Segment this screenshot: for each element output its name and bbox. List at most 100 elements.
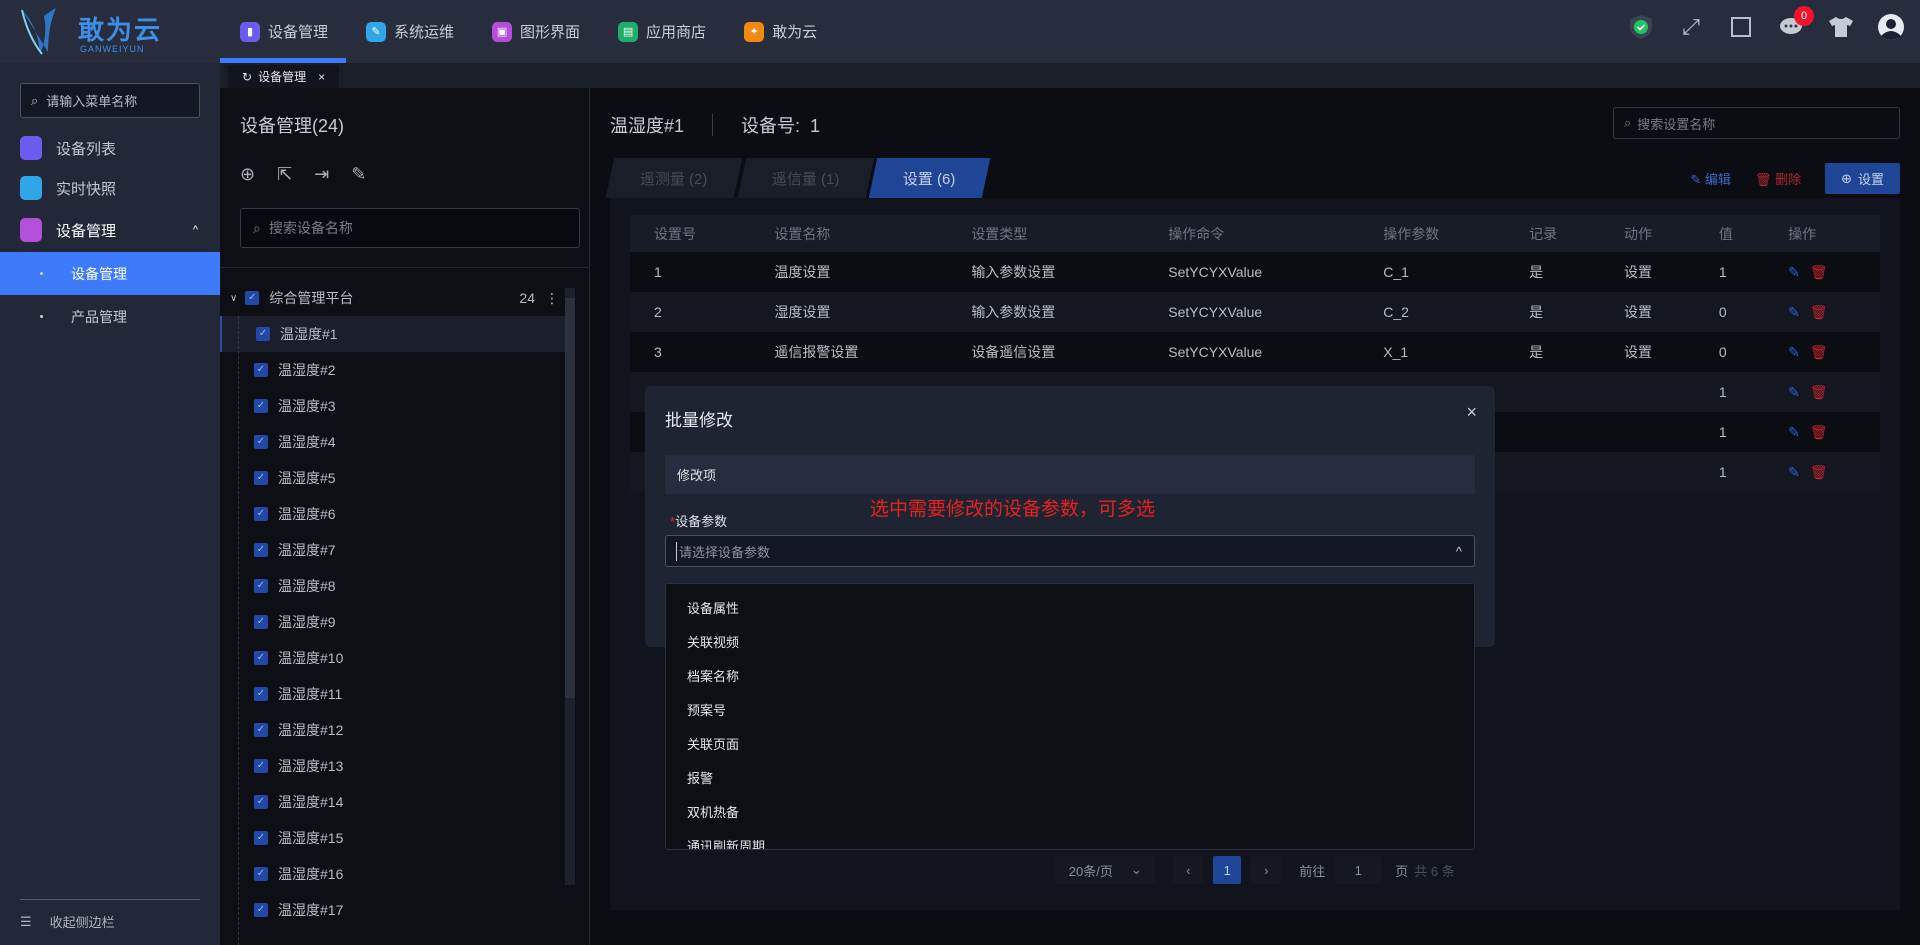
dropdown-option[interactable]: 报警 <box>666 760 1474 794</box>
tree-item[interactable]: ✓ 温湿度#9 <box>220 604 565 640</box>
trash-icon[interactable]: 🗑 <box>1810 264 1828 281</box>
trash-icon[interactable]: 🗑 <box>1810 424 1828 441</box>
collapse-sidebar-button[interactable]: ☰ 收起侧边栏 <box>20 899 200 931</box>
tree-item[interactable]: ✓ 温湿度#15 <box>220 820 565 856</box>
tree-item[interactable]: ✓ 温湿度#12 <box>220 712 565 748</box>
checkbox[interactable]: ✓ <box>256 327 270 341</box>
checkbox[interactable]: ✓ <box>254 435 268 449</box>
tree-item[interactable]: ✓ 温湿度#4 <box>220 424 565 460</box>
edit-icon[interactable]: ✎ <box>1788 344 1800 361</box>
checkbox[interactable]: ✓ <box>254 903 268 917</box>
checkbox[interactable]: ✓ <box>254 651 268 665</box>
close-icon[interactable]: × <box>1466 402 1477 423</box>
dropdown-option[interactable]: 关联页面 <box>666 726 1474 760</box>
tab-telesignal[interactable]: 遥信量 (1) <box>737 158 874 198</box>
tree-item[interactable]: ✓ 温湿度#7 <box>220 532 565 568</box>
topnav-graphics[interactable]: ▣ 图形界面 <box>492 0 580 63</box>
dropdown-option[interactable]: 档案名称 <box>666 658 1474 692</box>
tree-scrollbar[interactable] <box>565 288 575 885</box>
sidebar-item-device-list[interactable]: 设备列表 <box>0 128 220 168</box>
menu-search-input[interactable]: ⌕ 请输入菜单名称 <box>20 83 200 118</box>
topnav-device-management[interactable]: ▮ 设备管理 <box>219 0 347 63</box>
page-size-select[interactable]: 20条/页 ⌄ <box>1055 856 1156 884</box>
tree-root-node[interactable]: ∨ ✓ 综合管理平台 24 ⋮ <box>220 280 565 316</box>
trash-icon[interactable]: 🗑 <box>1810 304 1828 321</box>
tree-item[interactable]: ✓ 温湿度#10 <box>220 640 565 676</box>
checkbox[interactable]: ✓ <box>254 507 268 521</box>
checkbox[interactable]: ✓ <box>254 543 268 557</box>
checkbox[interactable]: ✓ <box>254 579 268 593</box>
tab-telemetry[interactable]: 遥测量 (2) <box>605 158 742 198</box>
tree-item[interactable]: ✓ 温湿度#1 <box>220 316 565 352</box>
top-nav: ▮ 设备管理 ✎ 系统运维 ▣ 图形界面 ▤ 应用商店 ✦ 敢为云 <box>219 0 855 63</box>
checkbox[interactable]: ✓ <box>254 831 268 845</box>
sidebar-sub-device-management[interactable]: 设备管理 <box>0 252 220 295</box>
dropdown-option[interactable]: 预案号 <box>666 692 1474 726</box>
edit-icon[interactable]: ✎ <box>1788 464 1800 481</box>
delete-button[interactable]: 🗑 删除 <box>1755 169 1801 188</box>
tree-item[interactable]: ✓ 温湿度#11 <box>220 676 565 712</box>
frame-icon[interactable] <box>1728 14 1754 40</box>
edit-icon[interactable]: ✎ <box>1788 304 1800 321</box>
scrollbar-thumb[interactable] <box>565 298 575 698</box>
prev-page-button[interactable]: ‹ <box>1173 856 1204 884</box>
edit-button[interactable]: ✎ 编辑 <box>1690 169 1731 188</box>
chevron-down-icon[interactable]: ∨ <box>230 293 237 304</box>
theme-shirt-icon[interactable] <box>1828 14 1854 40</box>
tree-item[interactable]: ✓ 温湿度#8 <box>220 568 565 604</box>
fullscreen-icon[interactable]: ⤢ <box>1678 14 1704 40</box>
tree-item[interactable]: ✓ 温湿度#14 <box>220 784 565 820</box>
add-icon[interactable]: ⊕ <box>240 164 255 185</box>
page-1-button[interactable]: 1 <box>1213 856 1242 884</box>
goto-page-input[interactable]: 1 <box>1335 856 1382 884</box>
checkbox[interactable]: ✓ <box>254 471 268 485</box>
edit-icon[interactable]: ✎ <box>1788 424 1800 441</box>
export-icon[interactable]: ⇱ <box>277 164 292 185</box>
tree-item[interactable]: ✓ 温湿度#17 <box>220 892 565 928</box>
topnav-ganweiyun[interactable]: ✦ 敢为云 <box>744 0 817 63</box>
setting-search-input[interactable]: ⌕ 搜索设置名称 <box>1613 107 1900 139</box>
edit-icon[interactable]: ✎ <box>1788 384 1800 401</box>
tree-item[interactable]: ✓ 温湿度#6 <box>220 496 565 532</box>
topnav-ops[interactable]: ✎ 系统运维 <box>366 0 454 63</box>
edit-icon[interactable]: ✎ <box>1788 264 1800 281</box>
dropdown-option[interactable]: 通讯刷新周期 <box>666 828 1474 850</box>
device-param-select[interactable]: 请选择设备参数 ^ <box>665 535 1475 567</box>
checkbox[interactable]: ✓ <box>254 615 268 629</box>
sidebar-item-snapshot[interactable]: 实时快照 <box>0 168 220 208</box>
sidebar-sub-product-management[interactable]: 产品管理 <box>0 295 220 338</box>
user-avatar-icon[interactable] <box>1878 14 1904 40</box>
tree-item[interactable]: ✓ 温湿度#5 <box>220 460 565 496</box>
checkbox[interactable]: ✓ <box>254 399 268 413</box>
edit-icon[interactable]: ✎ <box>351 164 366 185</box>
add-setting-button[interactable]: ⊕ 设置 <box>1825 163 1900 194</box>
tree-item[interactable]: ✓ 温湿度#3 <box>220 388 565 424</box>
tree-item[interactable]: ✓ 温湿度#16 <box>220 856 565 892</box>
checkbox[interactable]: ✓ <box>254 363 268 377</box>
checkbox[interactable]: ✓ <box>254 687 268 701</box>
topnav-app-store[interactable]: ▤ 应用商店 <box>618 0 706 63</box>
checkbox[interactable]: ✓ <box>254 723 268 737</box>
tree-item[interactable]: ✓ 温湿度#2 <box>220 352 565 388</box>
next-page-button[interactable]: › <box>1251 856 1282 884</box>
tab-settings[interactable]: 设置 (6) <box>868 158 990 198</box>
trash-icon[interactable]: 🗑 <box>1810 344 1828 361</box>
checkbox[interactable]: ✓ <box>254 867 268 881</box>
dropdown-option[interactable]: 设备属性 <box>666 590 1474 624</box>
checkbox[interactable]: ✓ <box>245 291 260 305</box>
more-icon[interactable]: ⋮ <box>545 290 559 307</box>
dropdown-option[interactable]: 双机热备 <box>666 794 1474 828</box>
trash-icon[interactable]: 🗑 <box>1810 464 1828 481</box>
trash-icon[interactable]: 🗑 <box>1810 384 1828 401</box>
device-search-input[interactable]: ⌕ 搜索设备名称 <box>240 208 580 248</box>
close-tab-icon[interactable]: × <box>318 70 325 84</box>
tab-device-management[interactable]: ↻ 设备管理 × <box>228 65 340 88</box>
dropdown-option[interactable]: 关联视频 <box>666 624 1474 658</box>
tree-item[interactable]: ✓ 温湿度#13 <box>220 748 565 784</box>
import-icon[interactable]: ⇥ <box>314 164 329 185</box>
checkbox[interactable]: ✓ <box>254 759 268 773</box>
sidebar-item-device-management[interactable]: 设备管理 ^ <box>0 210 220 250</box>
shield-check-icon[interactable] <box>1628 14 1654 40</box>
checkbox[interactable]: ✓ <box>254 795 268 809</box>
message-icon[interactable]: 0 <box>1778 6 1814 40</box>
